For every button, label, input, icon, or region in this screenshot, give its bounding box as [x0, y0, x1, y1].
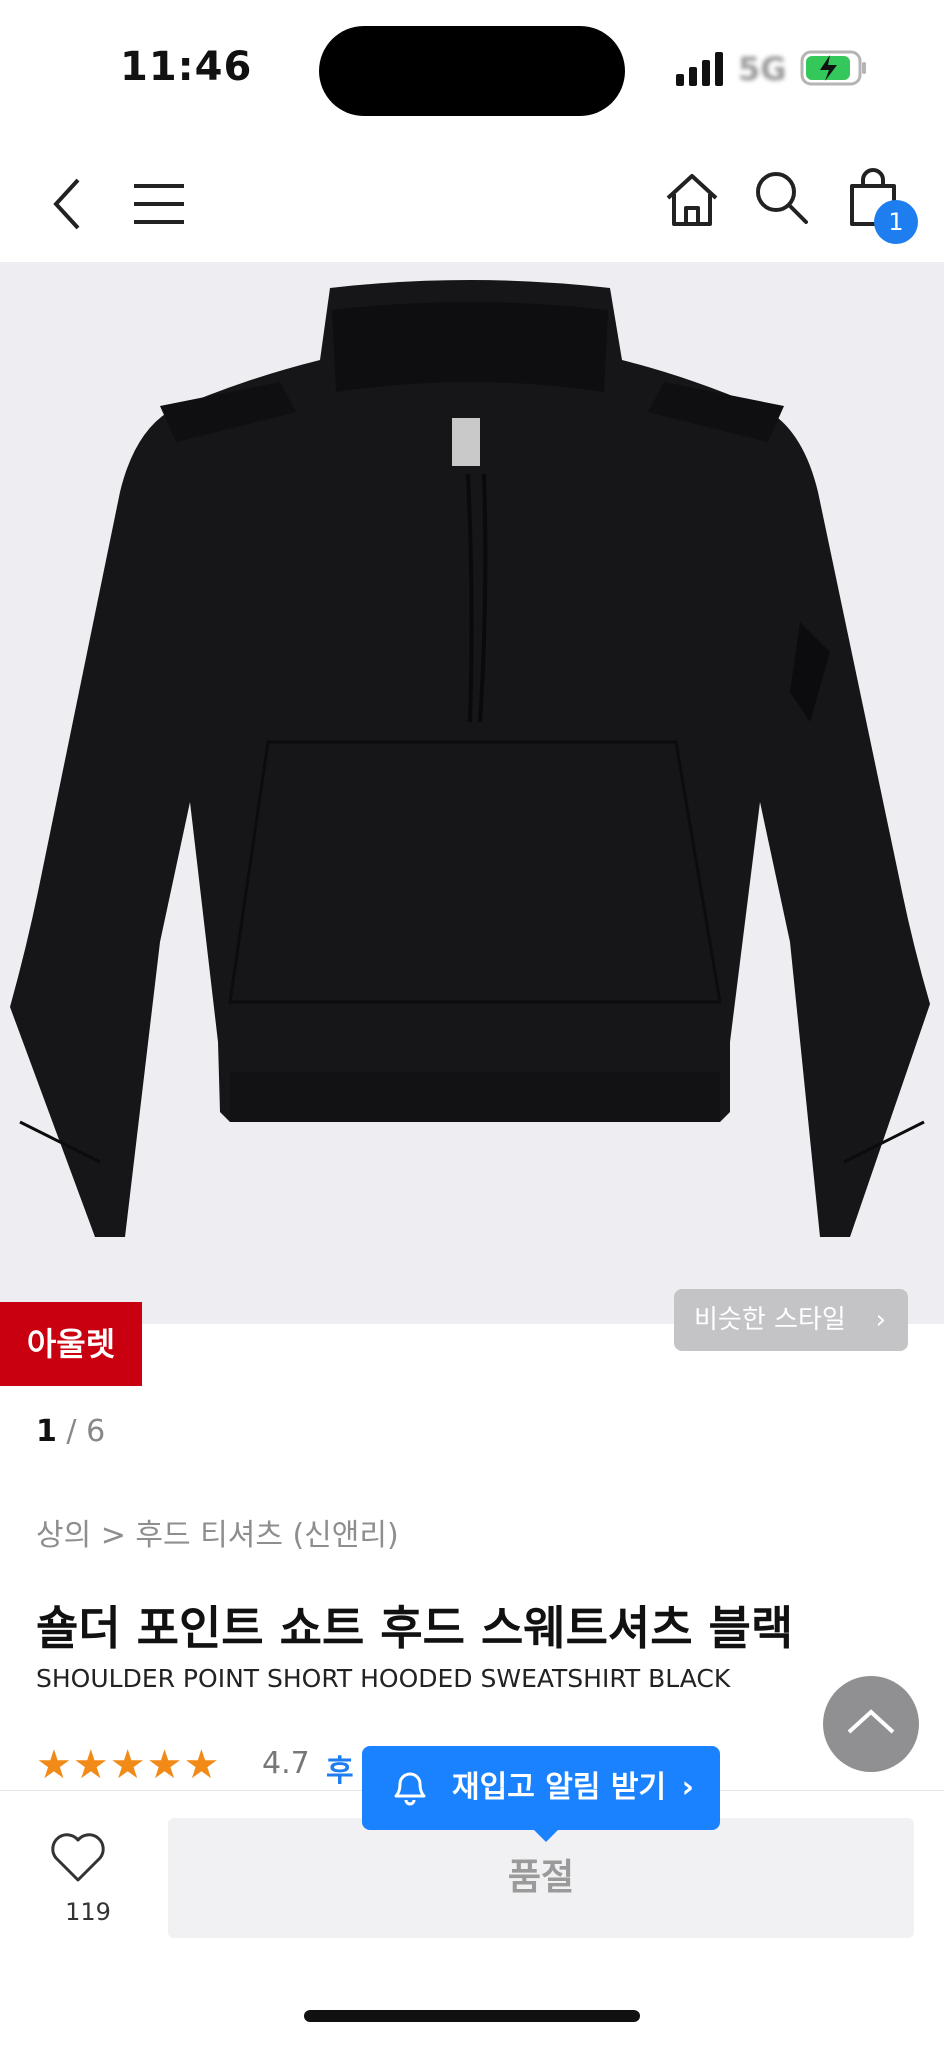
signal-icon: [676, 52, 723, 86]
like-count: 119: [65, 1898, 111, 1926]
product-title-english: SHOULDER POINT SHORT HOODED SWEATSHIRT B…: [36, 1664, 731, 1693]
rating-stars: ★★★★★: [36, 1742, 221, 1788]
breadcrumb[interactable]: 상의 > 후드 티셔츠 (신앤리): [36, 1510, 399, 1554]
tooltip-tail: [532, 1828, 560, 1842]
image-pager: 1 / 6: [36, 1414, 105, 1449]
product-title: 숄더 포인트 쇼트 후드 스웨트셔츠 블랙: [36, 1601, 794, 1655]
back-icon[interactable]: [48, 174, 88, 234]
search-icon[interactable]: [754, 170, 810, 226]
status-time: 11:46: [120, 44, 253, 90]
top-navigation: [0, 150, 944, 260]
scroll-top-button[interactable]: [823, 1676, 919, 1772]
battery-icon: [800, 50, 866, 86]
home-icon[interactable]: [664, 172, 720, 228]
restock-alert-label: 재입고 알림 받기: [452, 1770, 667, 1805]
chevron-right-icon: ›: [875, 1305, 886, 1335]
status-bar: 11:46 5G: [0, 0, 944, 140]
similar-style-label: 비슷한 스타일: [694, 1305, 846, 1335]
dynamic-island: [319, 26, 625, 116]
cart-count-badge: 1: [874, 200, 918, 244]
hoodie-image: [10, 280, 930, 1237]
chevron-up-icon: [847, 1709, 895, 1734]
restock-alert-button[interactable]: 재입고 알림 받기 ›: [362, 1746, 720, 1842]
outlet-badge: 아울렛: [0, 1302, 142, 1386]
menu-icon[interactable]: [134, 182, 186, 226]
pager-current: 1: [36, 1414, 57, 1449]
chevron-right-icon: ›: [681, 1770, 694, 1805]
network-label: 5G: [738, 50, 787, 88]
bell-icon: [394, 1772, 426, 1806]
product-image[interactable]: [0, 262, 944, 1324]
pager-total: / 6: [66, 1414, 106, 1449]
rating-value: 4.7: [262, 1746, 310, 1781]
home-indicator: [304, 2010, 640, 2022]
heart-icon: [51, 1833, 105, 1882]
similar-style-button[interactable]: 비슷한 스타일 ›: [674, 1289, 908, 1351]
